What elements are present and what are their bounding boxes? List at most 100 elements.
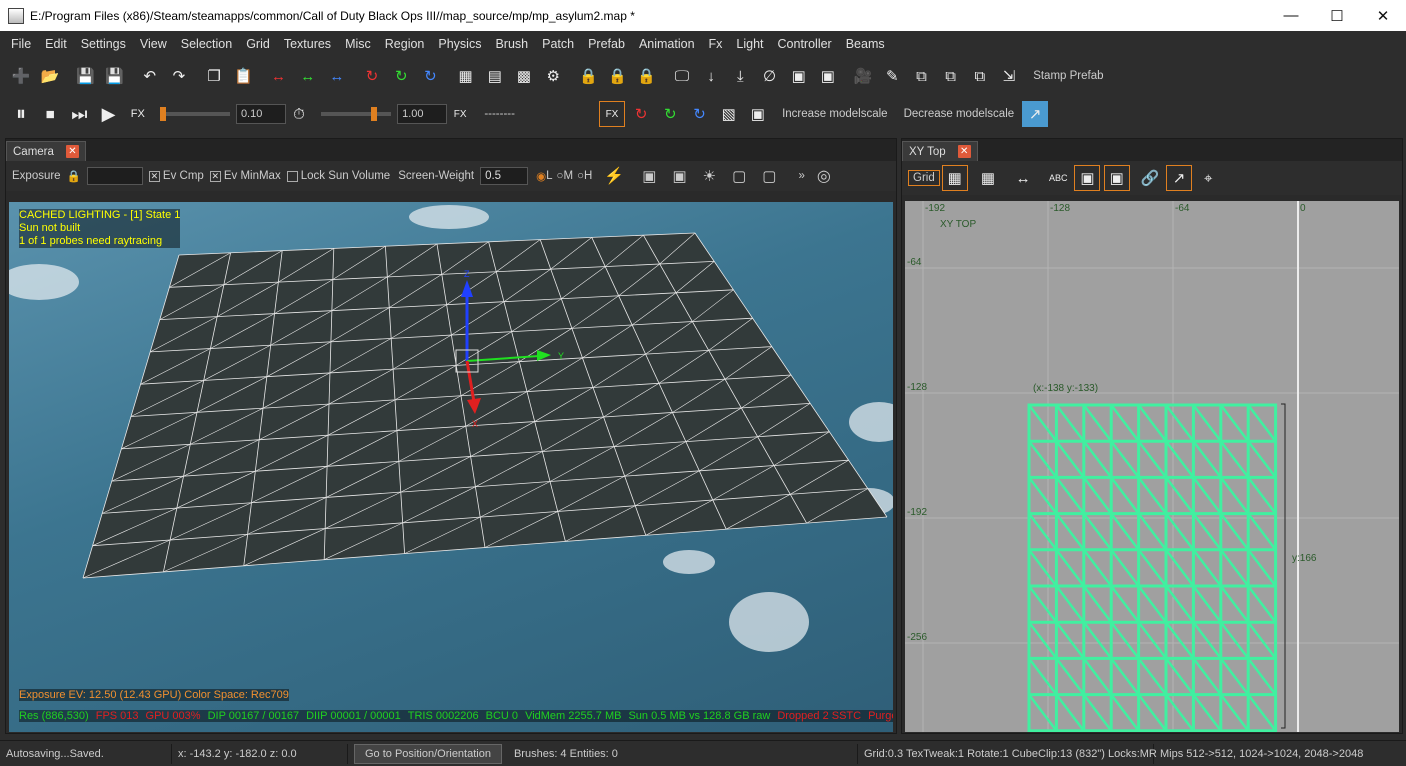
model-frame-icon[interactable]: ▣ [745, 101, 771, 127]
prefab-stamp-icon[interactable]: ⧉ [967, 63, 993, 89]
new-map-icon[interactable]: ➕ [8, 63, 34, 89]
lock-y-icon[interactable]: 🔒 [605, 63, 631, 89]
fx-time-spinner[interactable]: 0.10 [235, 104, 286, 124]
csg-hollow-icon[interactable]: ▦ [453, 63, 479, 89]
overflow-icon[interactable]: » [798, 170, 804, 182]
lightning-icon[interactable]: ⚡ [604, 166, 624, 186]
stamp-prefab-button[interactable]: Stamp Prefab [1033, 70, 1103, 82]
lock-x-icon[interactable]: 🔒 [575, 63, 601, 89]
spin-y-icon[interactable]: ↻ [657, 101, 683, 127]
pause-icon[interactable]: ⏸ [8, 101, 34, 127]
grid-button[interactable]: Grid [908, 170, 940, 186]
sun-icon[interactable]: ☀ [703, 167, 716, 185]
menu-controller[interactable]: Controller [771, 37, 839, 51]
stop-icon[interactable]: ⏹ [37, 101, 63, 127]
menu-patch[interactable]: Patch [535, 37, 581, 51]
menu-edit[interactable]: Edit [38, 37, 74, 51]
lock-icon[interactable]: 🔒 [67, 169, 81, 183]
grid-snap-icon[interactable]: ▦ [941, 165, 968, 191]
grid-toggle-icon[interactable]: ▦ [975, 165, 1001, 191]
model-cube-icon[interactable]: ▧ [716, 101, 742, 127]
texture-lock-icon[interactable]: ⚙ [540, 63, 566, 89]
close-tab-icon[interactable]: ✕ [957, 145, 971, 158]
resize-diag-icon[interactable]: ↗ [1166, 165, 1193, 191]
csg-merge-icon[interactable]: ▩ [511, 63, 537, 89]
close-button[interactable]: ✕ [1360, 0, 1406, 31]
copy-icon[interactable]: ❐ [201, 63, 227, 89]
camera-viewport[interactable]: Z Y X CACHED LIGHTING - [1] State 1 Sun … [9, 202, 893, 732]
minimize-button[interactable]: — [1268, 0, 1314, 31]
menu-beams[interactable]: Beams [839, 37, 892, 51]
increase-modelscale-button[interactable]: Increase modelscale [782, 108, 887, 120]
resize-icon[interactable]: ↗ [1022, 101, 1049, 127]
menu-misc[interactable]: Misc [338, 37, 378, 51]
menu-file[interactable]: File [4, 37, 38, 51]
time-scale-spinner[interactable]: 1.00 [397, 104, 448, 124]
maximize-button[interactable]: ☐ [1314, 0, 1360, 31]
flip-x-icon[interactable]: ↔ [266, 63, 292, 89]
menu-textures[interactable]: Textures [277, 37, 338, 51]
flip-y-icon[interactable]: ↔ [295, 63, 321, 89]
save-as-icon[interactable]: 💾 [102, 63, 128, 89]
decrease-modelscale-button[interactable]: Decrease modelscale [904, 108, 1015, 120]
time-scale-slider[interactable] [321, 107, 392, 121]
drop-to-floor-icon[interactable]: ⤓ [727, 63, 753, 89]
undo-icon[interactable]: ↶ [137, 63, 163, 89]
close-tab-icon[interactable]: ✕ [65, 145, 79, 158]
lock-z-icon[interactable]: 🔒 [634, 63, 660, 89]
screen-weight-field[interactable]: 0.5 [480, 167, 529, 185]
cube-3d-icon[interactable]: ▢ [732, 167, 746, 185]
null-icon[interactable]: ∅ [757, 63, 783, 89]
abc-icon[interactable]: ABC [1045, 165, 1071, 191]
redo-icon[interactable]: ↷ [166, 63, 192, 89]
menu-fx[interactable]: Fx [702, 37, 730, 51]
menu-prefab[interactable]: Prefab [581, 37, 632, 51]
prefab-resize-icon[interactable]: ⇲ [996, 63, 1022, 89]
step-icon[interactable]: ⏭ [66, 101, 92, 127]
arrow-down-icon[interactable]: ↓ [698, 63, 724, 89]
render-3d-icon[interactable]: ▣ [642, 167, 656, 185]
quality-radio-m[interactable]: ○ [557, 170, 564, 182]
open-folder-icon[interactable]: 📂 [37, 63, 63, 89]
menu-animation[interactable]: Animation [632, 37, 702, 51]
ev-cmp-checkbox[interactable]: ✕ [148, 170, 160, 182]
fx-timer-icon[interactable]: FX [447, 101, 473, 127]
cube-3d-2-icon[interactable]: ▢ [762, 167, 776, 185]
render-3d-2-icon[interactable]: ▣ [672, 167, 686, 185]
rotate-x-icon[interactable]: ↻ [359, 63, 385, 89]
menu-settings[interactable]: Settings [74, 37, 133, 51]
xy-tab[interactable]: XY Top ✕ [902, 141, 978, 161]
lock-sun-checkbox[interactable] [286, 170, 298, 182]
menu-grid[interactable]: Grid [239, 37, 277, 51]
edit-prefab-icon[interactable]: ✎ [879, 63, 905, 89]
exposure-field[interactable] [86, 167, 143, 185]
paste-icon[interactable]: 📋 [230, 63, 256, 89]
quality-radio-h[interactable]: ○ [577, 170, 584, 182]
menu-brush[interactable]: Brush [488, 37, 535, 51]
spin-z-icon[interactable]: ↻ [687, 101, 713, 127]
fx-repeat-icon[interactable]: FX [125, 101, 151, 127]
menu-selection[interactable]: Selection [174, 37, 239, 51]
prefab-explode-icon[interactable]: ⧉ [938, 63, 964, 89]
csg-subtract-icon[interactable]: ▤ [482, 63, 508, 89]
split-view2-icon[interactable]: ▣ [1103, 165, 1130, 191]
prefab-select-icon[interactable]: ⧉ [908, 63, 934, 89]
menu-view[interactable]: View [133, 37, 174, 51]
flip-z-icon[interactable]: ↔ [324, 63, 350, 89]
play-icon[interactable]: ▶ [96, 101, 122, 127]
link-icon[interactable]: 🔗 [1137, 165, 1163, 191]
run-fx-icon[interactable]: FX [598, 101, 625, 127]
wireframe-sphere-icon[interactable]: ◎ [817, 166, 831, 186]
timescale-icon[interactable]: ⏱ [286, 101, 312, 127]
crosshair-icon[interactable]: ⌖ [1195, 165, 1221, 191]
prefab-tool2-icon[interactable]: ▣ [815, 63, 841, 89]
quality-radio-l[interactable]: ◉ [536, 169, 546, 183]
menu-light[interactable]: Light [729, 37, 770, 51]
menu-physics[interactable]: Physics [431, 37, 488, 51]
fx-time-slider[interactable] [159, 107, 230, 121]
rotate-y-icon[interactable]: ↻ [388, 63, 414, 89]
goto-position-button[interactable]: Go to Position/Orientation [354, 743, 502, 764]
camera-tab[interactable]: Camera ✕ [6, 141, 86, 161]
rotate-z-icon[interactable]: ↻ [417, 63, 443, 89]
save-icon[interactable]: 💾 [72, 63, 98, 89]
